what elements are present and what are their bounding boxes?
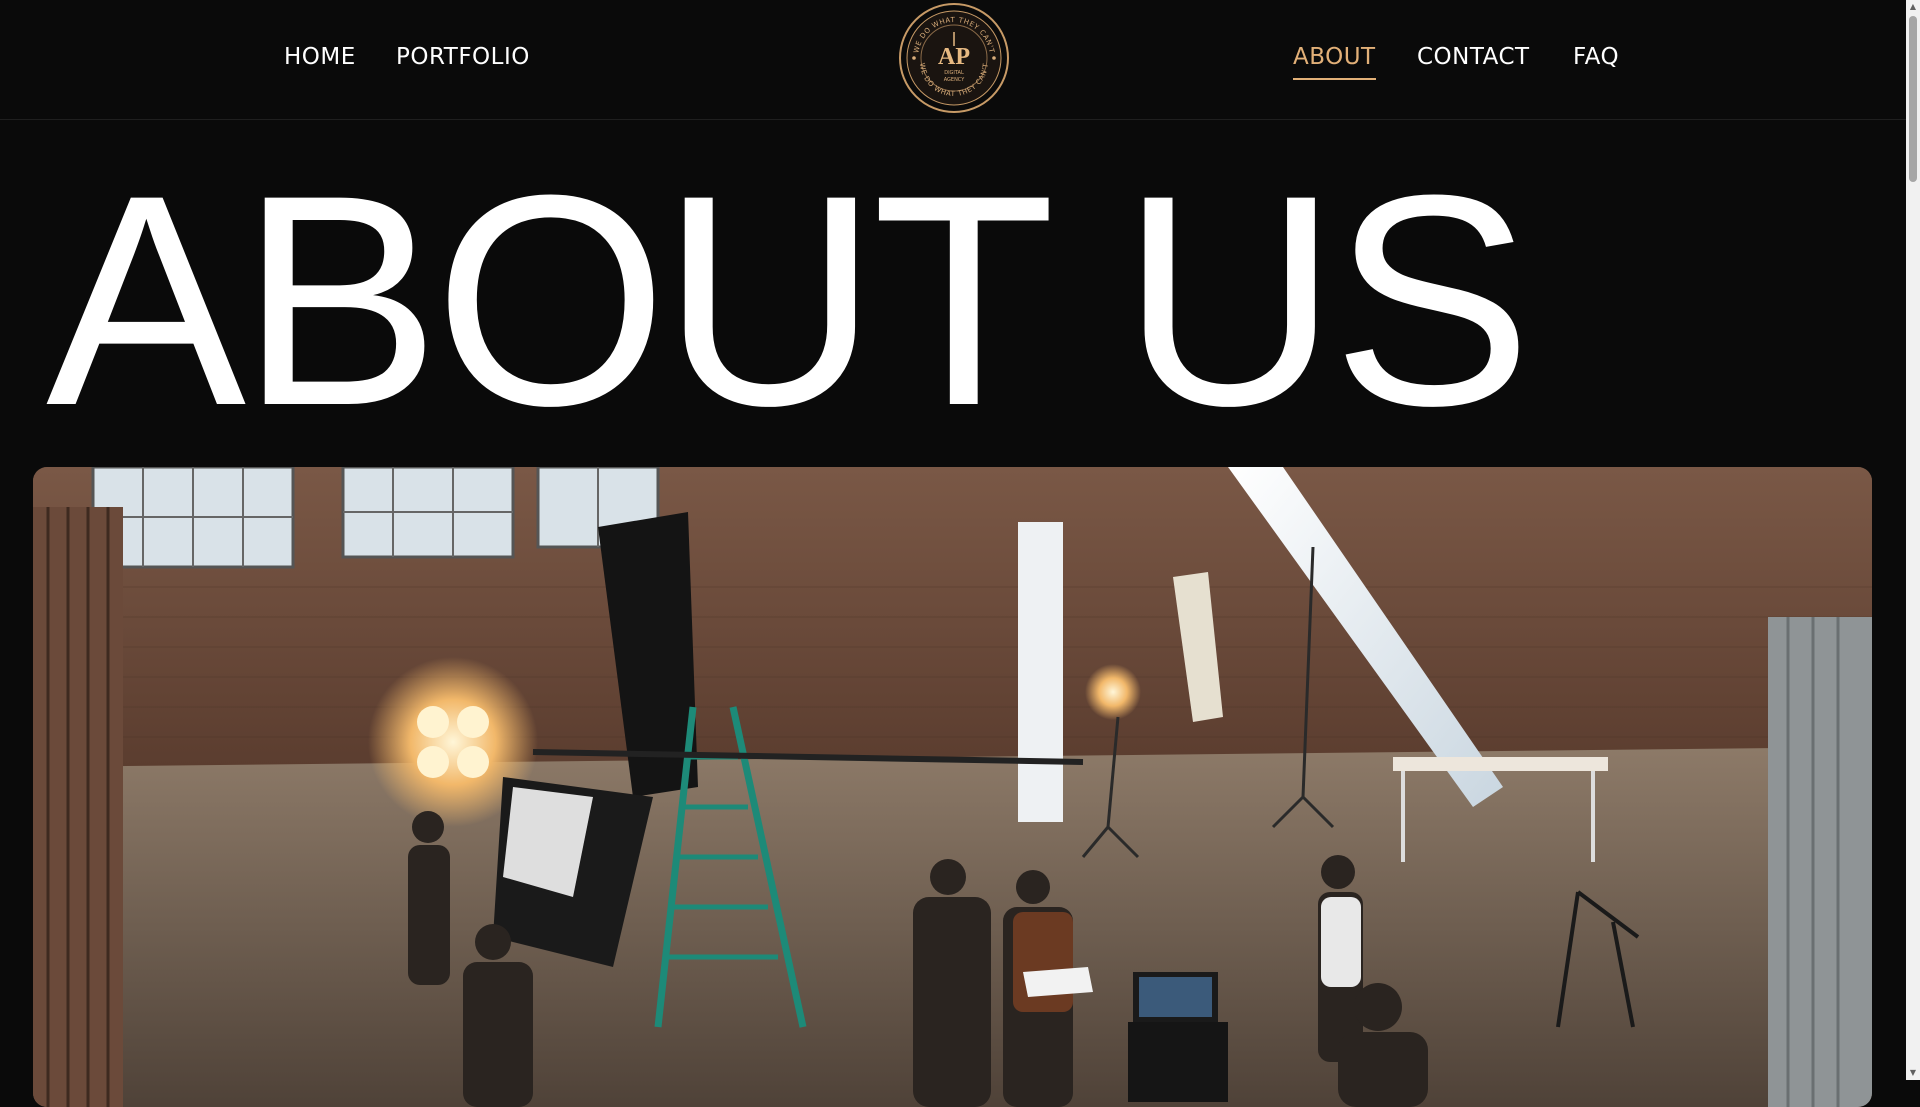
top-navigation: HOME PORTFOLIO WE DO WHAT THEY CAN'T WE … — [0, 0, 1906, 120]
page-scrollbar[interactable]: ▲ ▼ — [1906, 0, 1920, 1080]
agency-logo[interactable]: WE DO WHAT THEY CAN'T WE DO WHAT THEY CA… — [898, 2, 1010, 114]
logo-monogram: AP — [938, 44, 970, 70]
nav-faq-link[interactable]: FAQ — [1573, 44, 1619, 70]
logo-tagline-2: AGENCY — [944, 77, 966, 83]
scrollbar-thumb[interactable] — [1909, 16, 1917, 182]
logo-emblem: WE DO WHAT THEY CAN'T WE DO WHAT THEY CA… — [899, 3, 1009, 113]
nav-contact-link[interactable]: CONTACT — [1417, 44, 1530, 70]
nav-home-link[interactable]: HOME — [284, 44, 356, 70]
studio-scene-image — [33, 467, 1872, 1107]
nav-about-link[interactable]: ABOUT — [1293, 44, 1376, 80]
scroll-down-icon[interactable]: ▼ — [1906, 1066, 1920, 1080]
logo-tagline-1: DIGITAL — [944, 70, 964, 76]
hero-photo — [33, 467, 1872, 1107]
page-title: ABOUT US — [46, 132, 1532, 468]
nav-portfolio-link[interactable]: PORTFOLIO — [396, 44, 530, 70]
scroll-up-icon[interactable]: ▲ — [1906, 0, 1920, 14]
